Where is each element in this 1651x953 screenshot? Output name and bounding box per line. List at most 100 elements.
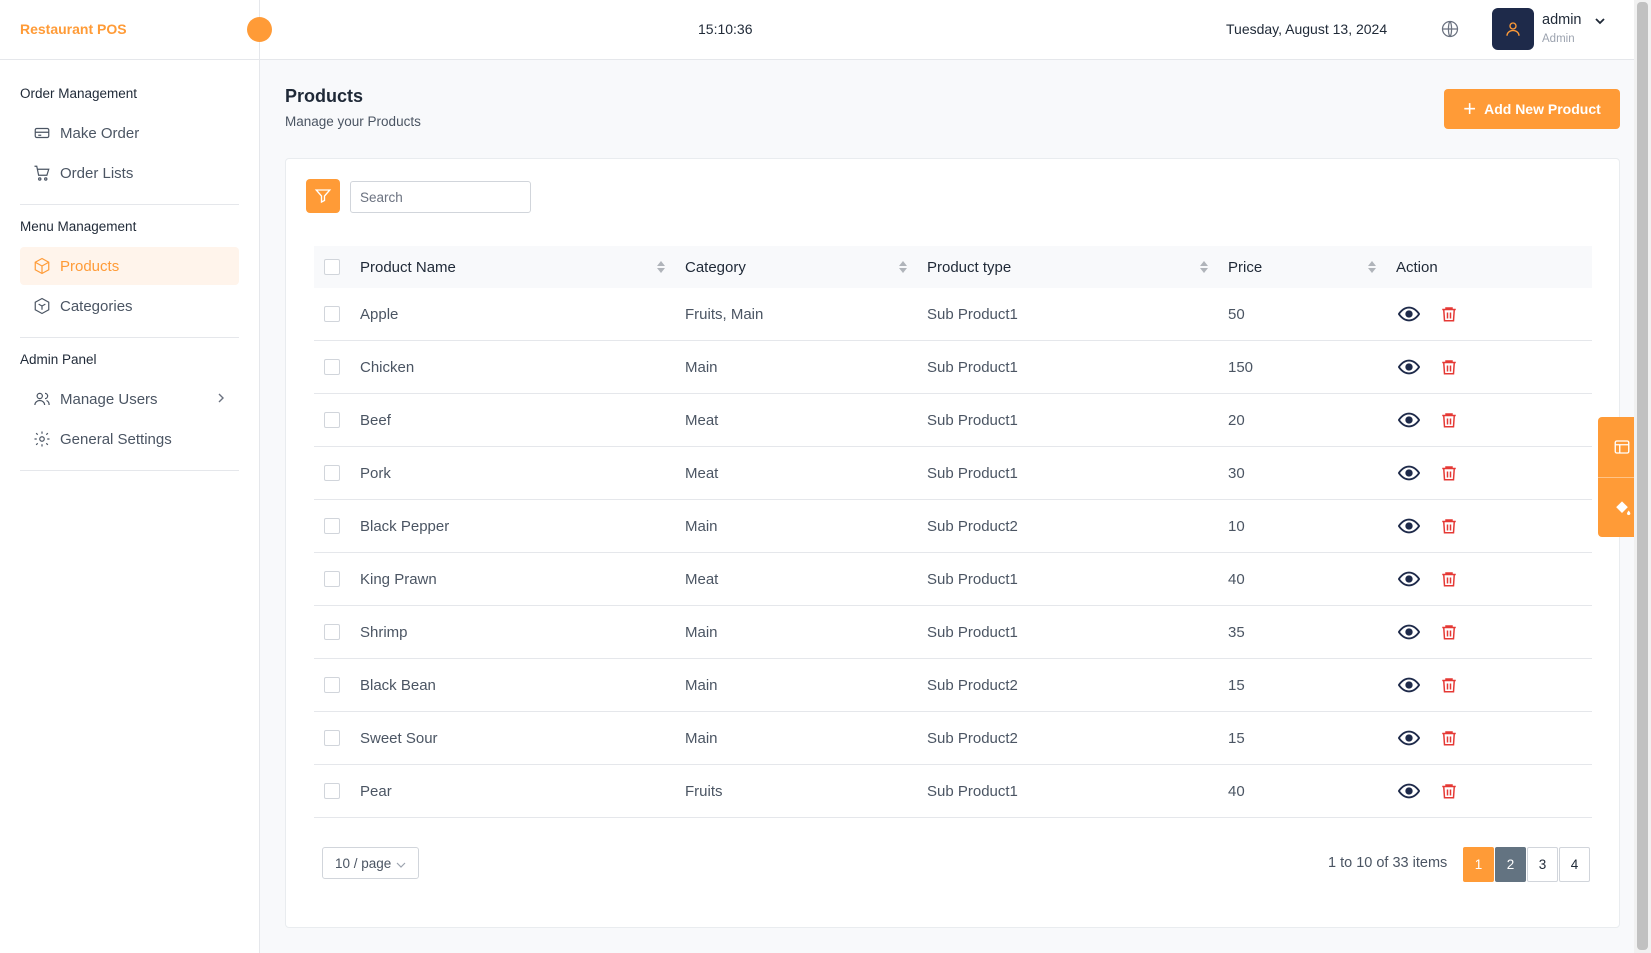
cell-actions [1396,727,1592,749]
page-button-4[interactable]: 4 [1559,847,1590,882]
trash-icon[interactable] [1438,674,1460,696]
sidebar-item-label: Make Order [60,124,140,142]
row-checkbox[interactable] [324,677,340,693]
sidebar-item-manage-users[interactable]: Manage Users [20,380,239,418]
row-select-cell [314,465,360,481]
cell-category: Main [685,623,718,641]
column-header-product-name[interactable]: Product Name [360,259,685,276]
cell-product-name: Beef [360,411,391,429]
page-button-1[interactable]: 1 [1463,847,1494,882]
row-select-cell [314,359,360,375]
cell-price: 10 [1228,517,1245,535]
filter-button[interactable] [306,179,340,213]
cell-category: Meat [685,411,719,429]
row-select-cell [314,571,360,587]
cell-product-type: Sub Product1 [927,570,1018,588]
scrollbar-thumb[interactable] [1637,2,1648,950]
search-input[interactable] [350,181,531,213]
page-size-value: 10 / page [335,855,392,871]
products-table: Product Name Category Product type Price… [314,246,1592,818]
sidebar-item-label: Categories [60,297,133,315]
trash-icon[interactable] [1438,515,1460,537]
cell-product-name: Pork [360,464,391,482]
scrollbar[interactable] [1634,0,1651,953]
sidebar-item-categories[interactable]: Categories [20,287,239,325]
trash-icon[interactable] [1438,780,1460,802]
add-new-product-button[interactable]: + Add New Product [1444,89,1620,129]
categories-icon [32,296,52,316]
row-select-cell [314,677,360,693]
cell-actions [1396,303,1592,325]
cell-actions [1396,674,1592,696]
row-checkbox[interactable] [324,571,340,587]
column-header-category[interactable]: Category [685,259,927,276]
table-row: Sweet Sour Main Sub Product2 15 [314,712,1592,765]
eye-icon[interactable] [1398,303,1420,325]
column-label: Category [685,258,746,276]
eye-icon[interactable] [1398,515,1420,537]
row-checkbox[interactable] [324,359,340,375]
trash-icon[interactable] [1438,409,1460,431]
eye-icon[interactable] [1398,727,1420,749]
sort-icon[interactable] [657,261,665,273]
select-all-checkbox[interactable] [324,259,340,275]
cell-price: 40 [1228,782,1245,800]
trash-icon[interactable] [1438,727,1460,749]
eye-icon[interactable] [1398,462,1420,484]
eye-icon[interactable] [1398,409,1420,431]
date-display: Tuesday, August 13, 2024 [1226,21,1388,37]
table-body: Apple Fruits, Main Sub Product1 50 Chicken Ma… [314,288,1592,818]
user-icon [1506,22,1520,36]
row-checkbox[interactable] [324,624,340,640]
cell-product-type: Sub Product1 [927,464,1018,482]
page-button-2[interactable]: 2 [1495,847,1526,882]
row-select-cell [314,306,360,322]
trash-icon[interactable] [1438,462,1460,484]
eye-icon[interactable] [1398,568,1420,590]
sidebar-item-order-lists[interactable]: Order Lists [20,154,239,192]
row-checkbox[interactable] [324,518,340,534]
column-header-price[interactable]: Price [1228,259,1396,276]
table-row: Apple Fruits, Main Sub Product1 50 [314,288,1592,341]
sidebar-item-make-order[interactable]: Make Order [20,114,239,152]
eye-icon[interactable] [1398,780,1420,802]
globe-icon[interactable] [1440,19,1460,39]
user-name[interactable]: admin [1542,12,1582,28]
cell-price: 40 [1228,570,1245,588]
row-checkbox[interactable] [324,306,340,322]
divider [20,204,239,205]
eye-icon[interactable] [1398,356,1420,378]
cell-product-type: Sub Product2 [927,517,1018,535]
filter-icon [314,189,332,204]
column-header-product-type[interactable]: Product type [927,259,1228,276]
trash-icon[interactable] [1438,356,1460,378]
nav-heading: Order Management [20,86,138,101]
row-checkbox[interactable] [324,783,340,799]
cell-category: Main [685,729,718,747]
avatar[interactable] [1492,8,1534,50]
brand-logo-text[interactable]: Restaurant POS [20,21,127,37]
page-size-select[interactable]: 10 / page [322,847,419,879]
chevron-down-icon[interactable] [1593,14,1607,28]
trash-icon[interactable] [1438,568,1460,590]
cell-product-type: Sub Product1 [927,623,1018,641]
products-card: Product Name Category Product type Price… [285,158,1620,928]
trash-icon[interactable] [1438,621,1460,643]
sidebar-item-general-settings[interactable]: General Settings [20,420,239,458]
trash-icon[interactable] [1438,303,1460,325]
table-row: King Prawn Meat Sub Product1 40 [314,553,1592,606]
page-button-3[interactable]: 3 [1527,847,1558,882]
sidebar-item-products[interactable]: Products [20,247,239,285]
sidebar-toggle-button[interactable] [247,17,272,42]
sort-icon[interactable] [1368,261,1376,273]
eye-icon[interactable] [1398,621,1420,643]
table-row: Pear Fruits Sub Product1 40 [314,765,1592,818]
sort-icon[interactable] [899,261,907,273]
sort-icon[interactable] [1200,261,1208,273]
table-row: Black Bean Main Sub Product2 15 [314,659,1592,712]
row-checkbox[interactable] [324,412,340,428]
page-subtitle: Manage your Products [285,114,421,129]
eye-icon[interactable] [1398,674,1420,696]
row-checkbox[interactable] [324,465,340,481]
row-checkbox[interactable] [324,730,340,746]
